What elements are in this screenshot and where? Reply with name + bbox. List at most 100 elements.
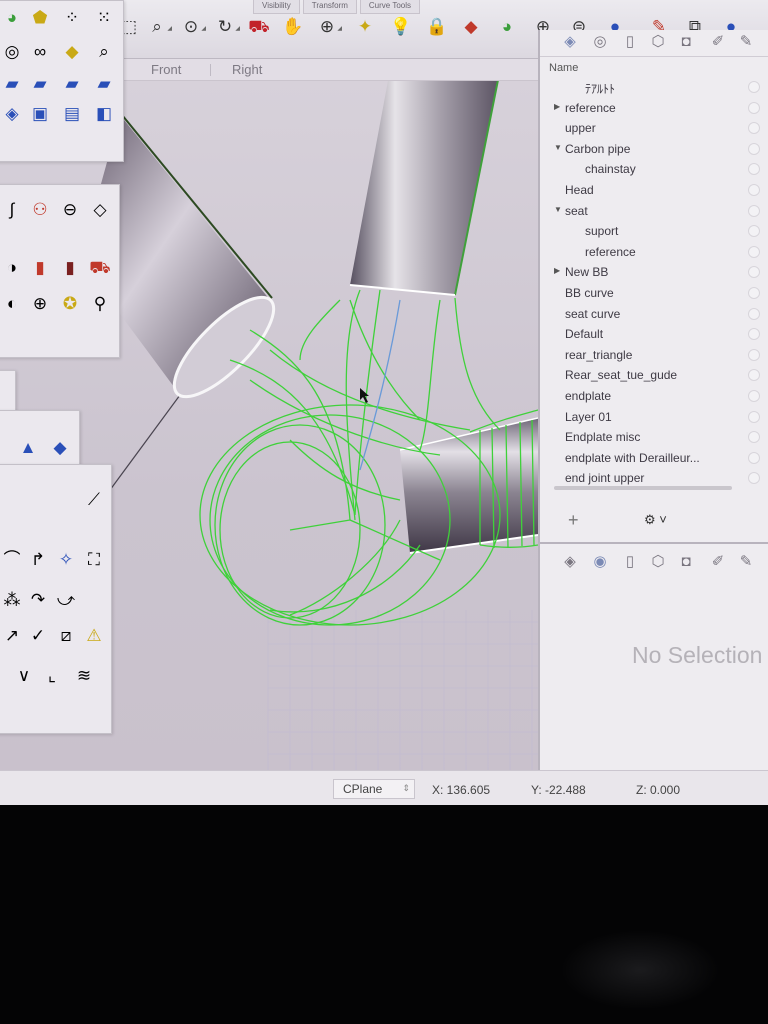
cut-icon[interactable]: ⧄ <box>55 625 77 647</box>
layer-row[interactable]: ▼ seat <box>540 201 768 221</box>
layer-row[interactable]: ﾃｱﾙﾄﾄ <box>540 77 768 97</box>
target-icon[interactable]: ⊕ <box>29 293 51 315</box>
layer-visibility-icon[interactable] <box>748 307 760 320</box>
gear-target-icon[interactable]: ✪ <box>59 293 81 315</box>
box-edit-icon[interactable]: ▣ <box>29 103 51 125</box>
layer-row[interactable]: suport <box>540 221 768 241</box>
render-tab-icon[interactable]: ◎ <box>590 32 610 52</box>
tab-curve-tools[interactable]: Curve Tools <box>359 0 420 14</box>
cplane-dropdown[interactable]: CPlane ⇕ <box>333 779 415 799</box>
layers-tab-icon[interactable]: ◈ <box>560 552 580 572</box>
arc-icon[interactable]: ⌒ <box>1 549 23 571</box>
blend-icon[interactable]: ✧ <box>55 549 77 571</box>
vehicle-icon[interactable]: ⛟ <box>89 257 111 279</box>
cube-icon[interactable]: ▰ <box>29 73 51 95</box>
add-layer-button[interactable]: + <box>568 510 579 531</box>
layer-visibility-icon[interactable] <box>748 410 760 423</box>
layer-visibility-icon[interactable] <box>748 245 760 258</box>
layer-visibility-icon[interactable] <box>748 472 760 485</box>
layer-visibility-icon[interactable] <box>748 266 760 279</box>
tab-front[interactable]: Front <box>151 62 181 77</box>
box-shade-icon[interactable]: ◧ <box>93 103 115 125</box>
layer-visibility-icon[interactable] <box>748 163 760 176</box>
layer-visibility-icon[interactable] <box>748 348 760 361</box>
layer-visibility-icon[interactable] <box>748 287 760 299</box>
expand-right-icon[interactable]: ▶ <box>554 266 560 275</box>
curve-icon[interactable]: ∫ <box>1 199 23 221</box>
layer-row[interactable]: Rear_seat_tue_gude <box>540 365 768 385</box>
layer-row[interactable]: endplate with Derailleur... <box>540 448 768 468</box>
page-tab-icon[interactable]: ▯ <box>620 552 640 572</box>
render-tab-icon[interactable]: ◉ <box>590 552 610 572</box>
layer-visibility-icon[interactable] <box>748 369 760 382</box>
offset-icon[interactable]: ≋ <box>73 665 95 687</box>
lasso-icon[interactable]: ◎ <box>1 41 23 63</box>
rotate-view-icon[interactable]: ↻ ◢ <box>214 16 240 38</box>
layer-row[interactable]: Endplate misc <box>540 427 768 447</box>
trim-icon[interactable]: ⚇ <box>29 199 51 221</box>
layers-tab-icon[interactable]: ◈ <box>560 32 580 52</box>
object-tab-icon[interactable]: ⬡ <box>648 32 668 52</box>
link-icon[interactable]: ∞ <box>29 41 51 63</box>
object-tab-icon[interactable]: ⬡ <box>648 552 668 572</box>
layer-row[interactable]: upper <box>540 118 768 138</box>
fillet-icon[interactable]: ⤻ <box>55 589 77 611</box>
layer-row[interactable]: reference <box>540 242 768 262</box>
points-icon[interactable]: ⁘ <box>61 7 83 29</box>
split-icon[interactable]: ⊖ <box>59 199 81 221</box>
layer-state-icon[interactable]: ✦ <box>354 16 376 38</box>
layer-row[interactable]: chainstay <box>540 159 768 179</box>
layer-visibility-icon[interactable] <box>748 101 760 114</box>
lock-icon[interactable]: 🔒 <box>426 16 448 38</box>
dark-tool-icon[interactable]: ▮ <box>59 257 81 279</box>
layer-row[interactable]: BB curve <box>540 283 768 303</box>
expand-down-icon[interactable]: ▼ <box>554 205 562 214</box>
pyramid-icon[interactable]: ▲ <box>17 437 39 459</box>
zoom-icon[interactable]: ⌕ <box>93 41 115 63</box>
layer-visibility-icon[interactable] <box>748 204 760 217</box>
cube2-icon[interactable]: ▰ <box>61 73 83 95</box>
layers-scrollbar[interactable] <box>554 486 732 490</box>
tab-right[interactable]: Right <box>232 62 262 77</box>
cube3-icon[interactable]: ▰ <box>93 73 115 95</box>
brush-tab-icon[interactable]: ✐ <box>708 552 728 572</box>
snap-icon[interactable]: ⊕ ◢ <box>316 16 342 38</box>
check-icon[interactable]: ✓ <box>27 625 49 647</box>
layer-visibility-icon[interactable] <box>748 142 760 155</box>
camera-tab-icon[interactable]: ◘ <box>676 32 696 52</box>
red-tool-icon[interactable]: ▮ <box>29 257 51 279</box>
layer-row[interactable]: ▼ Carbon pipe <box>540 139 768 159</box>
material-icon[interactable]: ◆ <box>460 16 482 38</box>
layer-visibility-icon[interactable] <box>748 81 760 93</box>
layer-row[interactable]: Layer 01 <box>540 407 768 427</box>
layer-row[interactable]: seat curve <box>540 304 768 324</box>
color-wheel-icon[interactable]: ◕ <box>1 7 23 29</box>
layer-visibility-icon[interactable] <box>748 431 760 444</box>
anchor-icon[interactable]: ⚲ <box>89 293 111 315</box>
segment-icon[interactable]: ⟋ <box>83 489 105 511</box>
zoom-target-icon[interactable]: ⊙ ◢ <box>180 16 206 38</box>
v-curve-icon[interactable]: ∨ <box>13 665 35 687</box>
color-wheel-icon[interactable]: ◕ <box>496 16 518 38</box>
page-tab-icon[interactable]: ▯ <box>620 32 640 52</box>
expand-right-icon[interactable]: ▶ <box>554 102 560 111</box>
notes-tab-icon[interactable]: ✎ <box>736 552 756 572</box>
layer-visibility-icon[interactable] <box>748 225 760 238</box>
arrow-icon[interactable]: ↗ <box>1 625 23 647</box>
prism-icon[interactable]: ◆ <box>49 437 71 459</box>
notes-tab-icon[interactable]: ✎ <box>736 32 756 52</box>
layer-row[interactable]: Default <box>540 324 768 344</box>
shield-icon[interactable]: ⬟ <box>29 7 51 29</box>
bend-icon[interactable]: ↷ <box>27 589 49 611</box>
layer-row[interactable]: ▶ New BB <box>540 262 768 282</box>
layer-visibility-icon[interactable] <box>748 451 760 464</box>
camera-tab-icon[interactable]: ◘ <box>676 552 696 572</box>
solid-icon[interactable]: ◈ <box>1 103 23 125</box>
zoom-extents-icon[interactable]: ⌕ ◢ <box>146 16 172 38</box>
dots-icon[interactable]: ⁙ <box>93 7 115 29</box>
circle-icon[interactable]: ◑ <box>1 257 23 279</box>
gear-menu-button[interactable]: ⚙ ˅ <box>644 512 667 528</box>
pan-icon[interactable]: ✋ <box>282 16 304 38</box>
layer-row[interactable]: rear_triangle <box>540 345 768 365</box>
expand-down-icon[interactable]: ▼ <box>554 143 562 152</box>
